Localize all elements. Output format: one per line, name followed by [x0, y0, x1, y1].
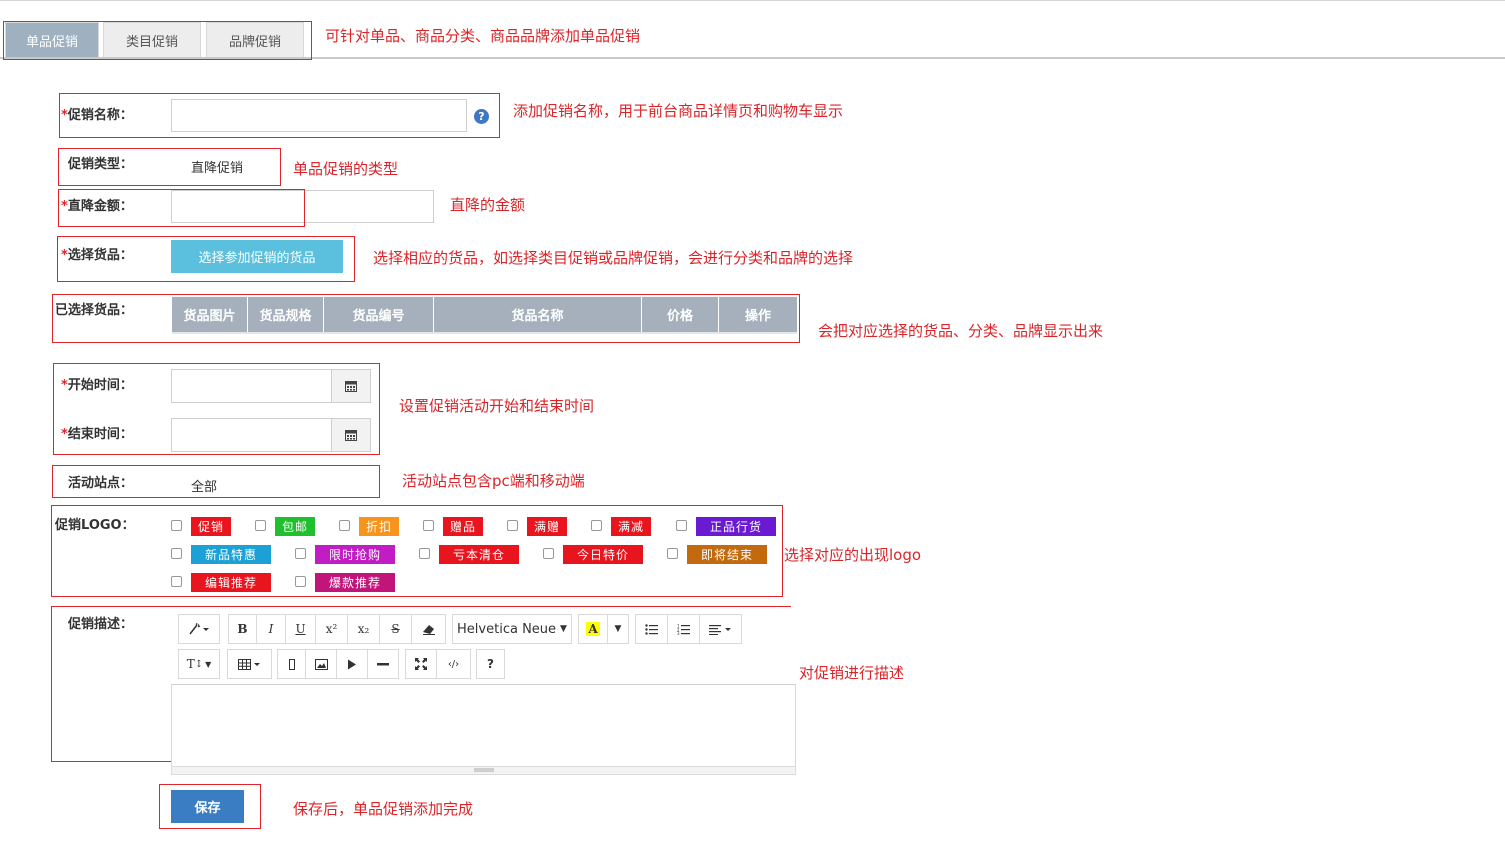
color-dropdown-icon[interactable]: ▼ — [607, 614, 629, 644]
end-time-label: *结束时间： — [61, 427, 133, 442]
logo-tag: 限时抢购 — [315, 545, 395, 564]
superscript-icon[interactable]: x² — [315, 614, 348, 644]
annotation-selected: 会把对应选择的货品、分类、品牌显示出来 — [818, 322, 1104, 340]
text-color-icon[interactable]: A — [578, 614, 608, 644]
col-spec: 货品规格 — [248, 297, 324, 332]
ordered-list-icon[interactable]: 123 — [667, 614, 700, 644]
annotation-name: 添加促销名称，用于前台商品详情页和购物车显示 — [513, 102, 844, 120]
annotation-amount: 直降的金额 — [450, 196, 526, 214]
svg-text:3: 3 — [677, 631, 680, 635]
help-icon[interactable]: ? — [476, 649, 505, 679]
unordered-list-icon[interactable] — [635, 614, 668, 644]
logo-label: 促销LOGO： — [55, 518, 135, 533]
desc-label: 促销描述： — [68, 617, 134, 632]
help-icon[interactable]: ? — [474, 109, 489, 124]
start-time-field[interactable] — [171, 369, 371, 403]
site-value: 全部 — [191, 480, 218, 495]
logo-checkbox[interactable] — [667, 548, 678, 559]
logo-tag: 爆款推荐 — [315, 573, 395, 592]
annotation-logo: 选择对应的出现logo — [784, 546, 922, 564]
logo-tag: 新品特惠 — [191, 545, 271, 564]
annotation-goods: 选择相应的货品，如选择类目促销或品牌促销，会进行分类和品牌的选择 — [373, 249, 854, 267]
logo-tag: 编辑推荐 — [191, 573, 271, 592]
eraser-icon[interactable] — [411, 614, 446, 644]
select-goods-button[interactable]: 选择参加促销的货品 — [171, 240, 343, 273]
logo-checkbox[interactable] — [295, 548, 306, 559]
selected-goods-table-header: 货品图片 货品规格 货品编号 货品名称 价格 操作 — [172, 297, 797, 332]
logo-checkbox[interactable] — [171, 548, 182, 559]
annotation-type: 单品促销的类型 — [293, 160, 399, 178]
selected-goods-label: 已选择货品： — [55, 303, 134, 318]
amount-label: *直降金额： — [61, 199, 133, 214]
link-icon[interactable] — [277, 649, 306, 679]
top-border — [0, 0, 1505, 1]
logo-checkbox[interactable] — [423, 520, 434, 531]
annotation-site: 活动站点包含pc端和移动端 — [402, 472, 585, 490]
highlight-tabs — [3, 21, 312, 60]
underline-icon[interactable]: U — [285, 614, 316, 644]
description-editor[interactable] — [171, 684, 796, 767]
col-price: 价格 — [642, 297, 719, 332]
end-time-input[interactable] — [172, 419, 331, 451]
subscript-icon[interactable]: x₂ — [347, 614, 380, 644]
fullscreen-icon[interactable] — [405, 649, 437, 679]
annotation-desc: 对促销进行描述 — [799, 664, 905, 682]
end-time-field[interactable] — [171, 418, 371, 452]
logo-tag: 满减 — [611, 517, 651, 536]
code-icon[interactable]: ‹/› — [436, 649, 471, 679]
logo-checkbox[interactable] — [543, 548, 554, 559]
site-label: 活动站点： — [68, 476, 134, 491]
font-family-select[interactable]: Helvetica Neue ▼ — [452, 614, 572, 644]
magic-icon[interactable] — [178, 614, 220, 644]
logo-checkbox[interactable] — [419, 548, 430, 559]
type-value: 直降促销 — [191, 161, 244, 176]
logo-checkbox[interactable] — [171, 576, 182, 587]
align-icon[interactable] — [699, 614, 742, 644]
start-time-label: *开始时间： — [61, 378, 133, 393]
logo-tag: 促销 — [191, 517, 231, 536]
logo-checkbox[interactable] — [339, 520, 350, 531]
image-icon[interactable] — [305, 649, 337, 679]
annotation-save: 保存后，单品促销添加完成 — [293, 800, 474, 818]
col-name: 货品名称 — [434, 297, 642, 332]
type-label: 促销类型： — [68, 157, 134, 172]
name-label: *促销名称： — [61, 108, 133, 123]
save-button[interactable]: 保存 — [171, 790, 244, 823]
logo-checkbox[interactable] — [591, 520, 602, 531]
strikethrough-icon[interactable]: S — [379, 614, 412, 644]
bold-icon[interactable]: B — [228, 614, 257, 644]
logo-tag: 包邮 — [275, 517, 315, 536]
logo-checkbox[interactable] — [171, 520, 182, 531]
logo-checkbox[interactable] — [255, 520, 266, 531]
table-bottom — [172, 332, 797, 334]
italic-icon[interactable]: I — [256, 614, 286, 644]
logo-tag: 折扣 — [359, 517, 399, 536]
font-family-value: Helvetica Neue — [457, 621, 557, 637]
annotation-time: 设置促销活动开始和结束时间 — [399, 397, 595, 415]
logo-checkbox[interactable] — [676, 520, 687, 531]
promotion-name-input[interactable] — [171, 99, 467, 132]
editor-resize-handle[interactable] — [171, 766, 796, 775]
calendar-icon[interactable] — [331, 419, 370, 451]
chevron-down-icon: ▼ — [560, 624, 567, 634]
logo-tag: 亏本清仓 — [439, 545, 519, 564]
logo-tag: 即将结束 — [687, 545, 767, 564]
start-time-input[interactable] — [172, 370, 331, 402]
hr-icon[interactable] — [367, 649, 399, 679]
annotation-tabs: 可针对单品、商品分类、商品品牌添加单品促销 — [325, 27, 641, 45]
font-size-icon[interactable]: T ↕ ▼ — [178, 649, 220, 679]
logo-checkbox[interactable] — [295, 576, 306, 587]
logo-checkbox[interactable] — [507, 520, 518, 531]
goods-label: *选择货品： — [61, 248, 133, 263]
col-sku: 货品编号 — [324, 297, 434, 332]
video-icon[interactable] — [336, 649, 368, 679]
logo-tag: 今日特价 — [563, 545, 643, 564]
col-action: 操作 — [744, 309, 771, 324]
calendar-icon[interactable] — [331, 370, 370, 402]
logo-tag: 赠品 — [443, 517, 483, 536]
table-icon[interactable] — [227, 649, 272, 679]
logo-tag: 满赠 — [527, 517, 567, 536]
col-image: 货品图片 — [172, 297, 248, 332]
logo-tag: 正品行货 — [696, 517, 776, 536]
